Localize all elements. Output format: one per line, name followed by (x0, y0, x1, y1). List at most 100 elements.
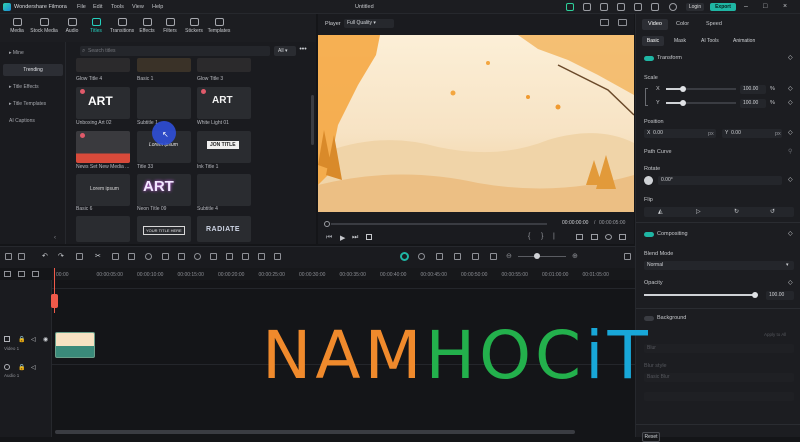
notification-icon[interactable] (651, 3, 659, 11)
keyframe-icon[interactable]: ◇ (788, 54, 793, 61)
lock-icon[interactable]: 🔒 (18, 364, 25, 371)
collapse-sidebar-icon[interactable]: ‹ (54, 235, 56, 241)
keyframe-icon[interactable]: ◇ (788, 279, 793, 286)
mark-in-icon[interactable]: { (528, 233, 530, 240)
timeline-scrollbar[interactable] (55, 430, 575, 434)
opacity-handle[interactable] (752, 292, 758, 298)
stabilize-icon[interactable] (242, 253, 249, 260)
motion-tracking-icon[interactable] (226, 253, 233, 260)
blur-amount-field[interactable] (644, 392, 794, 401)
marker-icon[interactable] (436, 253, 443, 260)
sidebar-item-ai-captions[interactable]: AI Captions (3, 115, 63, 127)
keyframe-icon[interactable]: ◇ (788, 85, 793, 92)
undo-icon[interactable]: ↶ (42, 253, 49, 260)
scale-x-field[interactable]: 100.00 (740, 85, 766, 94)
export-frame-icon[interactable]: | (553, 233, 555, 240)
maximize-icon[interactable]: □ (763, 3, 767, 11)
text-icon[interactable] (128, 253, 135, 260)
menu-view[interactable]: View (132, 4, 144, 10)
position-y-field[interactable]: Y 0.00 (722, 129, 782, 138)
rotate-field[interactable]: 0.00° (658, 176, 782, 185)
ai-icon[interactable] (194, 253, 201, 260)
subtab-basic[interactable]: Basic (642, 36, 664, 46)
mask-icon[interactable] (178, 253, 185, 260)
timeline-settings-icon[interactable] (624, 253, 631, 260)
blend-mode-dropdown[interactable]: Normal (644, 261, 794, 270)
mark-out-icon[interactable]: } (541, 233, 543, 240)
blur-type-dropdown[interactable]: Blur (644, 344, 794, 353)
layout-grid-icon[interactable] (5, 253, 12, 260)
sidebar-item-trending[interactable]: Trending (3, 64, 63, 76)
scale-y-field[interactable]: 100.00 (740, 99, 766, 108)
add-track-icon[interactable] (4, 271, 11, 277)
subtab-ai-tools[interactable]: AI Tools (701, 36, 719, 46)
quality-dropdown[interactable]: Full Quality ▾ (344, 19, 394, 28)
render-toggle-icon[interactable] (400, 252, 409, 261)
speed-icon[interactable] (145, 253, 152, 260)
delete-icon[interactable] (76, 253, 83, 260)
rotate-ccw-icon[interactable]: ↺ (770, 208, 775, 215)
title-thumbnail[interactable]: ART (137, 174, 191, 206)
title-thumbnail[interactable]: YOUR TITLE HERE (137, 216, 191, 242)
redo-icon[interactable]: ↷ (58, 253, 65, 260)
keyframe-tool-icon[interactable] (210, 253, 217, 260)
lock-ratio-icon[interactable] (645, 88, 648, 106)
blur-style-dropdown[interactable]: Basic Blur (644, 373, 794, 382)
opacity-field[interactable]: 100.00 (766, 291, 794, 300)
position-x-field[interactable]: X 0.00 (644, 129, 716, 138)
prev-frame-icon[interactable]: ⏮ (326, 234, 332, 242)
keyframe-icon[interactable]: ◇ (788, 129, 793, 136)
layout-icon[interactable] (583, 3, 591, 11)
subtab-mask[interactable]: Mask (674, 36, 686, 46)
compositing-toggle[interactable] (644, 232, 654, 237)
title-thumbnail[interactable] (76, 216, 130, 242)
crop-icon[interactable] (112, 253, 119, 260)
tab-color[interactable]: Color (676, 19, 689, 30)
scrubber-handle[interactable] (324, 221, 330, 227)
more-tools-icon[interactable] (274, 253, 281, 260)
zoom-out-icon[interactable]: ⊖ (506, 252, 512, 260)
title-thumbnail[interactable] (76, 131, 130, 163)
library-scrollbar[interactable] (311, 95, 314, 145)
title-thumbnail[interactable] (197, 174, 251, 206)
login-button[interactable]: Login (686, 3, 704, 11)
flip-horizontal-icon[interactable]: ◭ (658, 208, 663, 215)
playhead-handle[interactable] (51, 294, 58, 308)
snapshot-icon[interactable] (600, 19, 609, 26)
flip-vertical-icon[interactable]: ▷ (696, 208, 701, 215)
camera-icon[interactable] (591, 234, 598, 240)
keyframe-icon[interactable]: ◇ (788, 230, 793, 237)
stop-icon[interactable] (366, 234, 372, 240)
user-avatar-icon[interactable] (669, 3, 677, 11)
tab-media[interactable]: Media (2, 18, 32, 40)
subtab-animation[interactable]: Animation (733, 36, 755, 46)
close-icon[interactable]: × (783, 3, 787, 11)
title-thumbnail[interactable] (76, 58, 130, 72)
next-frame-icon[interactable]: ⏭ (352, 234, 358, 242)
lock-icon[interactable]: 🔒 (18, 336, 25, 343)
scale-y-handle[interactable] (680, 100, 686, 106)
title-thumbnail[interactable]: ART (197, 87, 251, 119)
rotate-cw-icon[interactable]: ↻ (734, 208, 739, 215)
rotate-dial[interactable] (644, 176, 653, 185)
minimize-icon[interactable]: – (744, 3, 748, 11)
display-icon[interactable] (576, 234, 583, 240)
menu-edit[interactable]: Edit (93, 4, 102, 10)
tab-templates[interactable]: Templates (204, 18, 234, 40)
gift-icon[interactable] (566, 3, 574, 11)
zoom-slider[interactable] (518, 256, 566, 257)
visibility-icon[interactable]: ◉ (43, 336, 48, 343)
keyframe-icon[interactable]: ◇ (788, 176, 793, 183)
menu-help[interactable]: Help (152, 4, 163, 10)
zoom-handle[interactable] (534, 253, 540, 259)
tab-speed[interactable]: Speed (706, 19, 722, 30)
sidebar-item-title-templates[interactable]: ▸ Title Templates (3, 98, 63, 110)
audio-sync-icon[interactable] (258, 253, 265, 260)
tab-video[interactable]: Video (642, 19, 668, 30)
filter-dropdown[interactable]: All ▾ (274, 46, 296, 56)
video-clip[interactable] (55, 332, 95, 358)
link-icon[interactable] (18, 271, 25, 277)
title-thumbnail[interactable] (137, 58, 191, 72)
play-icon[interactable]: ▶ (340, 234, 345, 242)
reset-button[interactable]: Reset (642, 432, 660, 442)
